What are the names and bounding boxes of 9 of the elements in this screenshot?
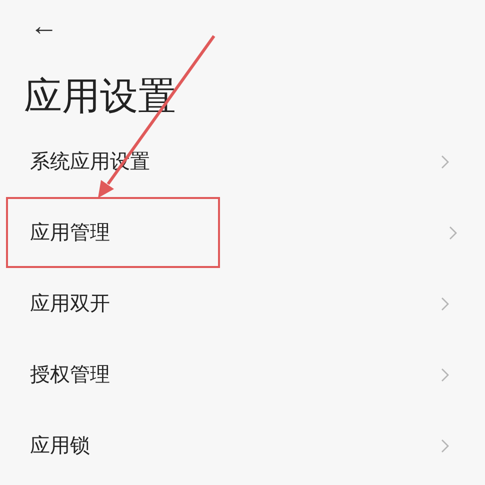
chevron-icon <box>441 438 449 452</box>
settings-item[interactable]: 应用双开 <box>6 268 479 339</box>
chevron-icon <box>441 154 449 168</box>
chevron-icon <box>449 226 457 240</box>
chevron-icon <box>441 296 449 310</box>
chevron-icon <box>441 368 449 382</box>
back-button[interactable]: ← <box>26 12 62 40</box>
settings-item[interactable]: 应用锁 <box>6 410 479 481</box>
settings-item[interactable]: 授权管理 <box>6 339 479 410</box>
